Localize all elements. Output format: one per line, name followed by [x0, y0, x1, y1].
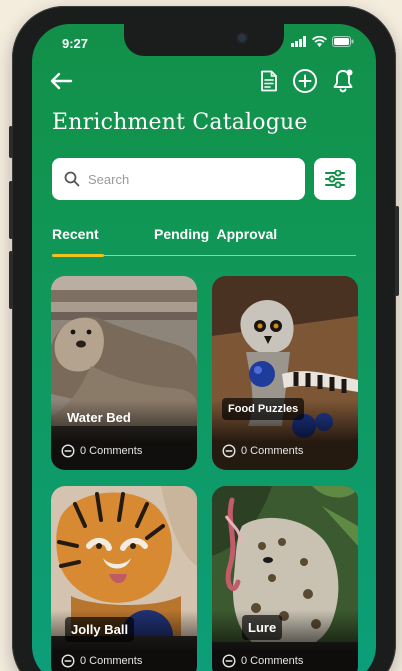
signal-icon — [291, 36, 306, 47]
search-icon — [64, 171, 80, 187]
card-comments[interactable]: 0 Comments — [222, 654, 303, 668]
notch — [124, 24, 284, 56]
comment-icon — [222, 444, 236, 458]
document-button[interactable] — [254, 66, 284, 96]
card-title: Jolly Ball — [65, 617, 135, 642]
top-app-bar — [32, 64, 376, 100]
comment-icon — [61, 444, 75, 458]
status-icons — [291, 36, 354, 47]
side-button — [9, 181, 13, 239]
card-water-bed[interactable]: Water Bed 0 Comments — [51, 276, 197, 470]
wifi-icon — [312, 36, 327, 47]
card-food-puzzles[interactable]: Food Puzzles 0 Comments — [212, 276, 358, 470]
card-comments[interactable]: 0 Comments — [61, 444, 142, 458]
add-button[interactable] — [290, 66, 320, 96]
tab-bar: Recent Pending Approval — [52, 222, 356, 257]
search-bar[interactable] — [52, 158, 305, 200]
card-jolly-ball[interactable]: Jolly Ball 0 Comments — [51, 486, 197, 671]
active-tab-indicator — [52, 254, 104, 257]
page-title: Enrichment Catalogue — [52, 110, 308, 135]
comment-icon — [61, 654, 75, 668]
side-button — [395, 206, 399, 296]
side-button — [9, 251, 13, 309]
back-button[interactable] — [46, 66, 76, 96]
bell-icon — [333, 69, 353, 93]
card-comments[interactable]: 0 Comments — [222, 444, 303, 458]
back-arrow-icon — [50, 72, 73, 90]
card-title: Lure — [242, 615, 283, 640]
card-title: Food Puzzles — [222, 398, 305, 420]
side-button — [9, 126, 13, 158]
comment-count: 0 Comments — [241, 445, 304, 457]
card-lure[interactable]: Lure 0 Comments — [212, 486, 358, 671]
card-title: Water Bed — [67, 410, 131, 425]
tab-recent[interactable]: Recent — [52, 226, 99, 242]
battery-icon — [332, 36, 354, 47]
add-circle-icon — [293, 69, 317, 93]
comment-icon — [222, 654, 236, 668]
notifications-button[interactable] — [328, 66, 358, 96]
status-time: 9:27 — [62, 36, 89, 51]
comment-count: 0 Comments — [241, 655, 304, 667]
tab-pending-approval[interactable]: Pending Approval — [154, 226, 277, 242]
card-comments[interactable]: 0 Comments — [61, 654, 142, 668]
camera — [236, 32, 248, 44]
document-icon — [261, 70, 277, 92]
comment-count: 0 Comments — [80, 655, 143, 667]
app-screen: 9:27 Enrichment Catalogue Search Recent … — [32, 24, 376, 671]
filter-sliders-icon — [325, 170, 345, 188]
comment-count: 0 Comments — [80, 445, 143, 457]
filter-button[interactable] — [314, 158, 356, 200]
search-input[interactable] — [88, 171, 288, 187]
